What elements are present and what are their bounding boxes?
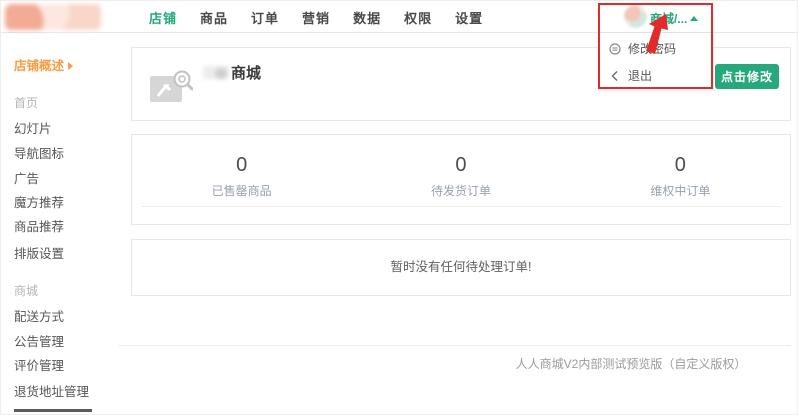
- stat-dispute-orders[interactable]: 0 维权中订单: [571, 154, 790, 199]
- store-name: 商城: [203, 62, 261, 83]
- stat-pending-shipment-orders[interactable]: 0 待发货订单: [351, 154, 570, 199]
- empty-orders-message: 暂时没有任何待处理订单!: [132, 240, 790, 295]
- click-to-edit-button[interactable]: 点击修改: [715, 64, 779, 89]
- user-menu-trigger[interactable]: 商城/...: [650, 10, 698, 27]
- nav-tab-data[interactable]: 数据: [353, 8, 381, 27]
- nav-tab-goods[interactable]: 商品: [200, 8, 228, 27]
- password-icon: [609, 43, 621, 55]
- nav-tab-shop[interactable]: 店铺: [149, 8, 177, 27]
- image-placeholder-icon: [149, 69, 193, 105]
- sidebar-item-clipped: [14, 409, 92, 412]
- divider: [119, 345, 791, 346]
- admin-dashboard: 店铺 商品 订单 营销 数据 权限 设置 商城/... 修改密码 退出: [0, 0, 798, 415]
- sidebar-item-goods-recommend[interactable]: 商品推荐: [14, 216, 64, 235]
- footer-version-text: 人人商城V2内部测试预览版（自定义版权）: [451, 355, 798, 372]
- stats-row: 0 已售罄商品 0 待发货订单 0 维权中订单: [132, 135, 790, 199]
- stats-card: 0 已售罄商品 0 待发货订单 0 维权中订单: [131, 134, 791, 225]
- sidebar-item-nav-icons[interactable]: 导航图标: [14, 143, 64, 162]
- user-dropdown-menu: 修改密码 退出: [600, 33, 712, 90]
- sidebar-item-ads[interactable]: 广告: [14, 168, 39, 187]
- sidebar-item-reviews[interactable]: 评价管理: [14, 355, 64, 374]
- top-navbar: 店铺 商品 订单 营销 数据 权限 设置 商城/...: [1, 1, 798, 33]
- sidebar-item-shipping[interactable]: 配送方式: [14, 306, 64, 325]
- user-name: 商城/...: [650, 12, 687, 26]
- sidebar-item-shop-overview[interactable]: 店铺概述: [14, 55, 73, 74]
- menu-item-logout[interactable]: 退出: [609, 67, 652, 84]
- stat-soldout-goods[interactable]: 0 已售罄商品: [132, 154, 351, 199]
- stat-value: 0: [571, 154, 790, 176]
- arrow-right-icon: [68, 62, 73, 70]
- menu-item-change-password[interactable]: 修改密码: [609, 40, 676, 57]
- store-name-redacted: [203, 66, 229, 79]
- user-avatar[interactable]: [624, 5, 647, 28]
- nav-tab-marketing[interactable]: 营销: [302, 8, 330, 27]
- sidebar-item-announcements[interactable]: 公告管理: [14, 331, 64, 350]
- sidebar-item-slides[interactable]: 幻灯片: [14, 118, 52, 137]
- nav-tab-settings[interactable]: 设置: [455, 8, 483, 27]
- stat-label: 待发货订单: [351, 182, 570, 199]
- caret-up-icon: [690, 16, 698, 21]
- sidebar: 店铺概述 首页 幻灯片 导航图标 广告 魔方推荐 商品推荐 排版设置 商城 配送…: [1, 33, 129, 415]
- sidebar-item-return-address[interactable]: 退货地址管理: [14, 381, 89, 400]
- menu-item-label: 修改密码: [628, 40, 676, 57]
- stat-value: 0: [351, 154, 570, 176]
- divider: [141, 206, 781, 207]
- stat-label: 已售罄商品: [132, 182, 351, 199]
- logout-chevron-icon: [609, 70, 621, 82]
- sidebar-item-label: 店铺概述: [14, 59, 64, 73]
- menu-item-label: 退出: [628, 67, 652, 84]
- sidebar-item-layout-settings[interactable]: 排版设置: [14, 243, 64, 262]
- sidebar-section-home: 首页: [14, 94, 38, 111]
- nav-tab-perms[interactable]: 权限: [404, 8, 432, 27]
- app-logo: [5, 4, 101, 30]
- stat-value: 0: [132, 154, 351, 176]
- stat-label: 维权中订单: [571, 182, 790, 199]
- nav-tab-orders[interactable]: 订单: [251, 8, 279, 27]
- main-nav: 店铺 商品 订单 营销 数据 权限 设置: [149, 1, 506, 33]
- pending-orders-card: 暂时没有任何待处理订单!: [131, 239, 791, 296]
- store-name-text: 商城: [231, 62, 261, 83]
- sidebar-section-mall: 商城: [14, 282, 38, 299]
- sidebar-item-cube-recommend[interactable]: 魔方推荐: [14, 192, 64, 211]
